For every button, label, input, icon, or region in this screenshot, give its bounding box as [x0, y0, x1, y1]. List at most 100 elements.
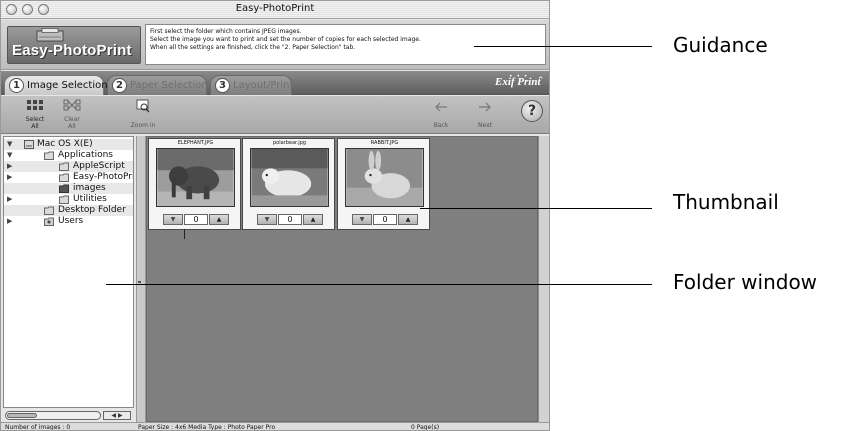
decrement-copies-icon[interactable]: ▼	[163, 214, 183, 225]
folder-tree-label: images	[73, 183, 106, 193]
tab-paper-selection[interactable]: 2 Paper Selection	[107, 75, 208, 95]
folder-window[interactable]: ▼ Mac OS X(E) ▼ Applications ▶ AppleScri…	[3, 136, 134, 408]
thumbnail-callout-line	[420, 208, 652, 209]
disclosure-collapsed-icon[interactable]: ▶	[7, 194, 12, 205]
paper-info-status: Paper Size : 4x6 Media Type : Photo Pape…	[138, 424, 276, 431]
thumbnail-card[interactable]: RABBIT.JPG ▼ 0 ▲	[337, 138, 430, 230]
guidance-callout: Guidance	[673, 33, 768, 57]
clear-all-label-1: Clear	[64, 116, 80, 123]
decrement-copies-icon[interactable]: ▼	[352, 214, 372, 225]
app-logo: Easy-PhotoPrint	[7, 26, 141, 64]
increment-copies-icon[interactable]: ▲	[303, 214, 323, 225]
scrollbar-thumb[interactable]	[7, 413, 37, 418]
decrement-copies-icon[interactable]: ▼	[257, 214, 277, 225]
folder-icon	[44, 151, 54, 160]
folder-tree-item[interactable]: ▶ AppleScript	[4, 161, 133, 172]
copies-stepper[interactable]: ▼ 0 ▲	[352, 214, 418, 225]
folder-tree-item[interactable]: ▶ Easy-PhotoPri	[4, 172, 134, 183]
folder-tree-item[interactable]: Desktop Folder	[4, 205, 133, 216]
folder-tree-label: Mac OS X(E)	[37, 139, 93, 149]
text-cursor-icon	[184, 229, 185, 239]
pane-splitter[interactable]	[136, 136, 146, 422]
folder-icon	[44, 206, 54, 215]
folder-icon	[59, 173, 69, 182]
status-bar: Number of images : 0 Paper Size : 4x6 Me…	[1, 422, 549, 431]
folder-tree-label: Easy-PhotoPri	[73, 172, 134, 182]
tab-number: 1	[9, 78, 24, 93]
folder-tree-item[interactable]: ▼ Mac OS X(E)	[4, 139, 133, 150]
tab-label: Layout/Print	[233, 80, 294, 91]
folder-icon	[59, 162, 69, 171]
thumbnail-vertical-scrollbar[interactable]	[538, 136, 549, 422]
disk-icon	[24, 140, 34, 149]
elephant-photo[interactable]	[156, 148, 235, 207]
collapse-icon[interactable]: ⌃	[537, 76, 545, 86]
copies-value[interactable]: 0	[278, 214, 302, 225]
rabbit-photo[interactable]	[345, 148, 424, 207]
disclosure-collapsed-icon[interactable]: ▶	[7, 172, 12, 183]
next-label: Next	[478, 122, 492, 129]
increment-copies-icon[interactable]: ▲	[209, 214, 229, 225]
folder-tree-item[interactable]: ▼ Applications	[4, 150, 133, 161]
tab-label: Image Selection	[27, 80, 108, 91]
folder-tree-label: Users	[58, 216, 84, 226]
toolbar: Select All Clear All Zoom in Back Next ?	[1, 96, 549, 134]
folder-dark-icon	[59, 184, 69, 193]
increment-copies-icon[interactable]: ▲	[398, 214, 418, 225]
guidance-line: First select the folder which contains J…	[150, 28, 302, 35]
page-count-status: 0 Page(s)	[411, 424, 440, 431]
app-header: Easy-PhotoPrint First select the folder …	[1, 20, 549, 70]
thumbnail-filename: ELEPHANT.JPG	[177, 140, 214, 146]
folder-tree-label: Applications	[58, 150, 113, 160]
help-button[interactable]: ?	[521, 100, 543, 122]
zoom-in-button[interactable]: Zoom in	[121, 98, 165, 132]
copies-stepper[interactable]: ▼ 0 ▲	[257, 214, 323, 225]
tab-label: Paper Selection	[130, 80, 208, 91]
zoom-in-icon	[136, 99, 150, 113]
disclosure-expanded-icon[interactable]: ▼	[7, 139, 12, 150]
thumbnail-card[interactable]: polarbear.jpg ▼ 0 ▲	[242, 138, 335, 230]
clear-all-label-2: All	[68, 123, 76, 130]
title-bar[interactable]: Easy-PhotoPrint	[1, 1, 549, 19]
tab-number: 2	[112, 78, 127, 93]
copies-value[interactable]: 0	[373, 214, 397, 225]
splitter-grip-icon[interactable]	[138, 281, 141, 283]
tab-layout-print[interactable]: 3 Layout/Print	[210, 75, 294, 95]
copies-value[interactable]: 0	[184, 214, 208, 225]
back-label: Back	[433, 122, 449, 129]
disclosure-collapsed-icon[interactable]: ▶	[7, 161, 12, 172]
copies-stepper[interactable]: ▼ 0 ▲	[163, 214, 229, 225]
thumbnail-filename: RABBIT.JPG	[370, 140, 399, 146]
thumbnail-card[interactable]: ELEPHANT.JPG ▼ 0 ▲	[148, 138, 241, 230]
folder-tree-item-selected[interactable]: images	[4, 183, 133, 194]
folder-icon	[59, 195, 69, 204]
guidance-box: First select the folder which contains J…	[145, 24, 546, 65]
select-all-icon	[27, 100, 43, 110]
folder-tree-label: Utilities	[73, 194, 107, 204]
logo-text: Easy-PhotoPrint	[12, 42, 132, 59]
zoom-in-label: Zoom in	[130, 122, 156, 129]
tab-image-selection[interactable]: 1 Image Selection	[4, 75, 108, 95]
scroll-arrows-icon[interactable]: ◀ ▶	[103, 411, 131, 420]
folder-tree-item[interactable]: ▶ Users	[4, 216, 133, 227]
folder-tree-label: Desktop Folder	[58, 205, 126, 215]
exif-print-logo: Exif Print	[495, 76, 541, 88]
folder-horizontal-scrollbar[interactable]	[5, 411, 101, 420]
folder-tree-item[interactable]: ▶ Utilities	[4, 194, 133, 205]
folder-window-callout: Folder window	[673, 270, 818, 294]
thumbnail-callout: Thumbnail	[673, 190, 779, 214]
clear-all-button[interactable]: Clear All	[50, 98, 94, 132]
tab-number: 3	[215, 78, 230, 93]
next-button[interactable]: Next	[463, 98, 507, 132]
back-arrow-icon	[435, 102, 447, 112]
back-button[interactable]: Back	[419, 98, 463, 132]
disclosure-collapsed-icon[interactable]: ▶	[7, 216, 12, 227]
clear-all-icon	[63, 99, 81, 111]
polar-bear-photo[interactable]	[250, 148, 329, 207]
disclosure-expanded-icon[interactable]: ▼	[7, 150, 12, 161]
tab-strip: 1 Image Selection 2 Paper Selection 3 La…	[1, 71, 549, 95]
image-count-status: Number of images : 0	[5, 424, 71, 431]
app-window: Easy-PhotoPrint Easy-PhotoPrint First se…	[0, 0, 550, 431]
users-folder-icon	[44, 217, 54, 226]
guidance-callout-line	[474, 46, 652, 47]
